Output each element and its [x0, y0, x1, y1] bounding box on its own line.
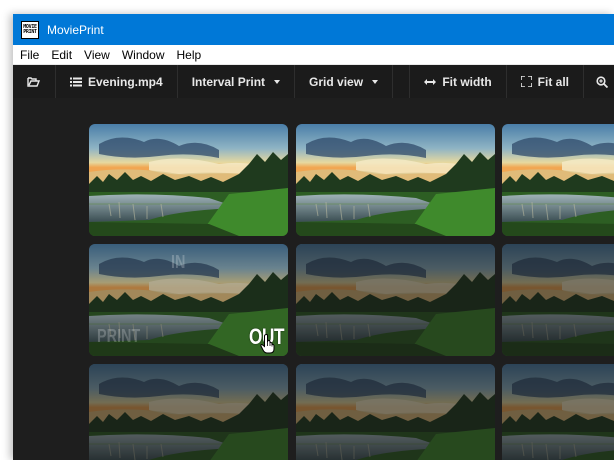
disabled-overlay: [502, 244, 614, 356]
print-mode-label: Interval Print: [191, 74, 266, 89]
thumbnail[interactable]: [296, 124, 495, 236]
frame-image: [89, 124, 288, 236]
thumbnail[interactable]: [502, 364, 614, 460]
toolbar-spacer: [393, 65, 411, 98]
fit-all-label: Fit all: [537, 74, 569, 89]
print-label: PRINT: [97, 326, 141, 346]
menu-window[interactable]: Window: [116, 48, 171, 62]
thumbnail[interactable]: [89, 124, 288, 236]
in-point-label: IN: [171, 252, 186, 272]
window-title: MoviePrint: [47, 22, 104, 37]
disabled-overlay: [296, 244, 495, 356]
app-window: MOVIE PRINT MoviePrint File Edit View Wi…: [13, 14, 614, 460]
chevron-down-icon: [372, 79, 379, 84]
zoom-icon: [596, 75, 608, 88]
expand-icon: [520, 76, 532, 87]
hand-cursor-icon: [260, 334, 275, 354]
thumbnail[interactable]: [502, 244, 614, 356]
view-mode-dropdown[interactable]: Grid view: [295, 65, 394, 98]
fit-all-button[interactable]: Fit all: [507, 65, 584, 98]
disabled-overlay: [502, 364, 614, 460]
thumbnail[interactable]: [502, 124, 614, 236]
file-name-label: Evening.mp4: [88, 74, 163, 89]
thumbnail[interactable]: [296, 244, 495, 356]
frame-image: [502, 124, 614, 236]
chevron-down-icon: [274, 79, 281, 84]
fit-width-label: Fit width: [442, 74, 492, 89]
arrows-horizontal-icon: [424, 78, 437, 85]
view-mode-label: Grid view: [309, 74, 364, 89]
list-icon: [70, 77, 82, 86]
fit-width-button[interactable]: Fit width: [410, 65, 507, 98]
open-file-button[interactable]: [13, 65, 56, 98]
frame-image: [296, 124, 495, 236]
file-selector-button[interactable]: Evening.mp4: [56, 65, 178, 98]
thumbnail-grid: IN PRINT OUT: [13, 98, 614, 460]
menu-edit[interactable]: Edit: [45, 48, 78, 62]
menu-file[interactable]: File: [13, 48, 45, 62]
toolbar: Evening.mp4 Interval Print Grid view Fit…: [13, 65, 614, 98]
title-bar: MOVIE PRINT MoviePrint: [13, 14, 614, 45]
app-logo-icon: MOVIE PRINT: [21, 20, 39, 39]
zoom-button[interactable]: [584, 65, 614, 98]
disabled-overlay: [89, 364, 288, 460]
folder-open-icon: [27, 77, 40, 87]
menu-view[interactable]: View: [78, 48, 116, 62]
print-mode-dropdown[interactable]: Interval Print: [178, 65, 296, 98]
menu-help[interactable]: Help: [171, 48, 208, 62]
thumbnail[interactable]: [296, 364, 495, 460]
menu-bar: File Edit View Window Help: [13, 45, 614, 65]
thumbnail[interactable]: [89, 364, 288, 460]
thumbnail-hovered[interactable]: IN PRINT OUT: [89, 244, 288, 356]
disabled-overlay: [296, 364, 495, 460]
